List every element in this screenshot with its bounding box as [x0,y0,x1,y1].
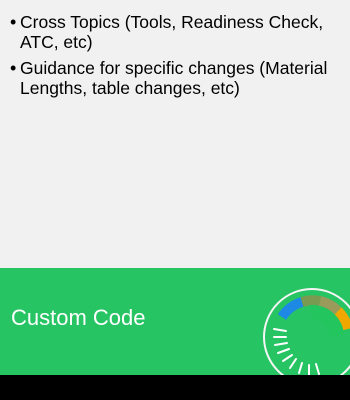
bullet-icon: • [10,58,17,78]
card-title: Custom Code [11,305,146,330]
list-item: • Cross Topics (Tools, Readiness Check, … [10,12,345,52]
card-details-panel: • Cross Topics (Tools, Readiness Check, … [0,0,350,268]
bullet-list: • Cross Topics (Tools, Readiness Check, … [10,12,345,104]
bullet-icon: • [10,12,17,32]
bullet-text: Guidance for specific changes (Material … [20,58,328,98]
bullet-text: Cross Topics (Tools, Readiness Check, AT… [20,12,324,52]
progress-ring-icon [260,285,350,375]
list-item: • Guidance for specific changes (Materia… [10,58,345,98]
bottom-band [0,375,350,400]
custom-code-card: • Cross Topics (Tools, Readiness Check, … [0,0,350,375]
stage: • Cross Topics (Tools, Readiness Check, … [0,0,350,400]
